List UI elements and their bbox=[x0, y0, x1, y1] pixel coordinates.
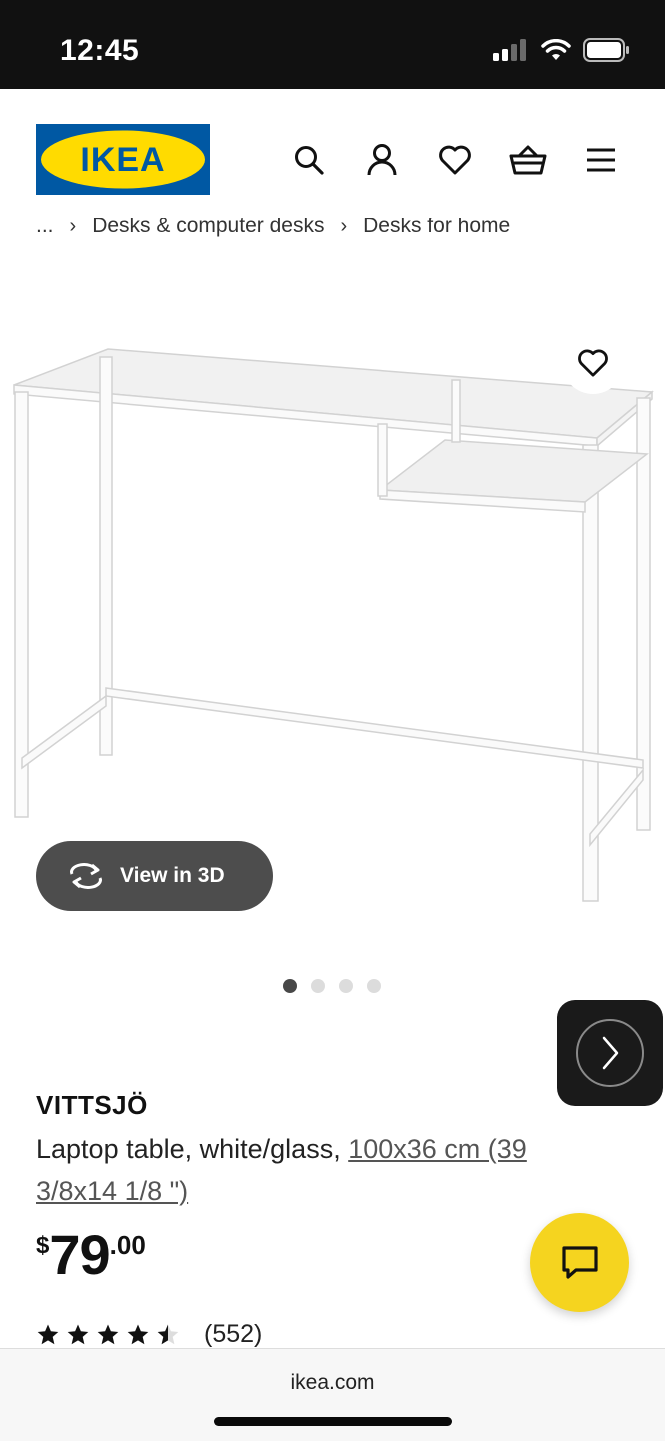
star-icon bbox=[97, 1324, 119, 1344]
breadcrumb-item-desks-computer-desks[interactable]: Desks & computer desks bbox=[92, 218, 324, 242]
menu-icon bbox=[587, 148, 615, 172]
breadcrumb-ellipsis[interactable]: ... bbox=[36, 218, 54, 242]
ikea-logo[interactable]: IKEA bbox=[36, 124, 210, 195]
star-icon bbox=[127, 1324, 149, 1344]
view-in-3d-label: View in 3D bbox=[120, 864, 225, 887]
product-description: Laptop table, white/glass, 100x36 cm (39… bbox=[36, 1128, 596, 1212]
chevron-right-icon: › bbox=[340, 218, 348, 237]
breadcrumb: ... › Desks & computer desks › Desks for… bbox=[36, 218, 656, 248]
product-rating[interactable]: (552) bbox=[36, 1320, 262, 1349]
gallery-dot-1[interactable] bbox=[283, 979, 297, 993]
gallery-dot-3[interactable] bbox=[339, 979, 353, 993]
favorites-button[interactable] bbox=[436, 141, 474, 179]
cart-icon bbox=[509, 145, 547, 175]
home-indicator[interactable] bbox=[214, 1417, 452, 1426]
gallery-dot-2[interactable] bbox=[311, 979, 325, 993]
wifi-icon bbox=[541, 39, 571, 60]
status-icons bbox=[493, 38, 631, 62]
chevron-right-icon: › bbox=[69, 218, 77, 237]
status-time: 12:45 bbox=[60, 34, 140, 67]
price-integer: 79 bbox=[49, 1223, 110, 1286]
next-image-button[interactable] bbox=[557, 1000, 663, 1106]
star-half-icon bbox=[157, 1324, 179, 1344]
status-bar: 12:45 bbox=[0, 0, 665, 89]
browser-url[interactable]: ikea.com bbox=[0, 1371, 665, 1395]
cart-button[interactable] bbox=[509, 141, 547, 179]
signal-icon bbox=[493, 39, 526, 61]
add-to-favorites-button[interactable] bbox=[562, 332, 624, 394]
next-button-ring bbox=[576, 1019, 644, 1087]
chat-button[interactable] bbox=[530, 1213, 629, 1312]
search-button[interactable] bbox=[290, 141, 328, 179]
browser-bottom-bar: ikea.com bbox=[0, 1348, 665, 1441]
price-currency: $ bbox=[36, 1232, 50, 1259]
site-header: IKEA bbox=[0, 89, 665, 219]
gallery-pagination bbox=[283, 979, 381, 993]
heart-icon bbox=[578, 349, 608, 377]
header-actions bbox=[290, 141, 620, 179]
rating-count: (552) bbox=[204, 1320, 263, 1348]
breadcrumb-item-desks-for-home[interactable]: Desks for home bbox=[363, 218, 510, 242]
rotate-3d-icon bbox=[70, 863, 102, 889]
product-price: $ 79 .00 bbox=[36, 1222, 146, 1288]
product-type: Laptop table, white/glass, bbox=[36, 1134, 349, 1164]
gallery-dot-4[interactable] bbox=[367, 979, 381, 993]
menu-button[interactable] bbox=[582, 141, 620, 179]
chat-icon bbox=[561, 1245, 598, 1279]
favorites-icon bbox=[439, 145, 471, 175]
logo-text: IKEA bbox=[80, 141, 165, 179]
account-button[interactable] bbox=[363, 141, 401, 179]
account-icon bbox=[367, 144, 397, 176]
star-icon bbox=[67, 1324, 89, 1344]
view-in-3d-button[interactable]: View in 3D bbox=[36, 841, 273, 911]
star-icon bbox=[37, 1324, 59, 1344]
search-icon bbox=[295, 146, 324, 175]
product-name: VITTSJÖ bbox=[36, 1090, 148, 1120]
price-decimal: .00 bbox=[109, 1230, 146, 1260]
battery-icon bbox=[583, 38, 629, 62]
chevron-right-icon bbox=[602, 1036, 619, 1070]
